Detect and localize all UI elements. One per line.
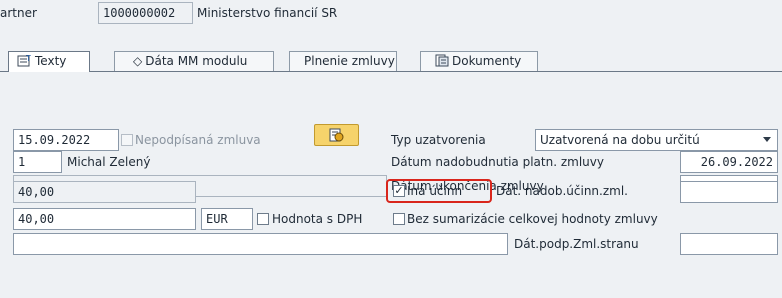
action-button[interactable] — [314, 124, 359, 146]
amount1-field: 40,00 — [13, 181, 196, 203]
tab-plnenie[interactable]: Plnenie zmluvy — [289, 51, 397, 71]
note-field[interactable] — [13, 233, 508, 255]
texty-icon: T — [17, 54, 31, 67]
platn-label: Dátum nadobudnutia platn. zmluvy — [391, 155, 604, 169]
typ-uzatvorenia-value: Uzatvorená na dobu určitú — [540, 133, 700, 147]
amount2-field[interactable]: 40,00 — [13, 208, 196, 230]
diamond-icon: ◇ — [133, 54, 143, 68]
unsigned-label: Nepodpísaná zmluva — [135, 133, 261, 147]
partner-label: artner — [0, 6, 37, 20]
ucinn-date-field[interactable] — [680, 181, 778, 203]
typ-uzatvorenia-label: Typ uzatvorenia — [391, 133, 486, 147]
person-number-field[interactable]: 1 — [13, 151, 62, 173]
typ-uzatvorenia-select[interactable]: Uzatvorená na dobu určitú — [535, 129, 778, 151]
dph-label: Hodnota s DPH — [272, 212, 363, 226]
currency-field[interactable]: EUR — [201, 208, 253, 230]
tab-data-mm-label: Dáta MM modulu — [145, 54, 248, 68]
document-action-icon — [329, 128, 344, 142]
chevron-down-icon[interactable] — [763, 137, 771, 142]
podp-date-field[interactable] — [680, 233, 778, 255]
bez-sumarizacie-label: Bez sumarizácie celkovej hodnoty zmluvy — [407, 212, 658, 226]
unsigned-checkbox[interactable] — [121, 134, 133, 146]
ina-ucinn-checkbox[interactable]: ✓ — [393, 185, 405, 197]
ina-ucinn-label: Iná účinn — [407, 184, 463, 198]
tab-dokumenty-label: Dokumenty — [452, 54, 522, 68]
partner-number-field: 1000000002 — [98, 2, 193, 24]
podp-label: Dát.podp.Zml.stranu — [514, 237, 639, 251]
ucinn-date-label: Dát. nadob.účinn.zml. — [496, 184, 628, 198]
dph-checkbox[interactable] — [257, 213, 269, 225]
dokumenty-icon — [435, 54, 449, 67]
date-field[interactable]: 15.09.2022 — [13, 129, 119, 151]
tab-texty-label: Texty — [35, 54, 67, 68]
partner-name: Ministerstvo financií SR — [197, 6, 338, 20]
svg-text:T: T — [25, 54, 31, 63]
bez-sumarizacie-checkbox[interactable] — [393, 213, 405, 225]
tab-plnenie-label: Plnenie zmluvy — [304, 54, 395, 68]
tab-data-mm[interactable]: ◇ Dáta MM modulu — [114, 51, 274, 71]
platn-date-field[interactable]: 26.09.2022 — [680, 151, 778, 173]
tab-strip-line — [0, 71, 782, 72]
tab-texty[interactable]: T Texty — [8, 51, 90, 72]
person-name: Michal Zelený — [67, 155, 151, 169]
tab-dokumenty[interactable]: Dokumenty — [420, 51, 538, 71]
